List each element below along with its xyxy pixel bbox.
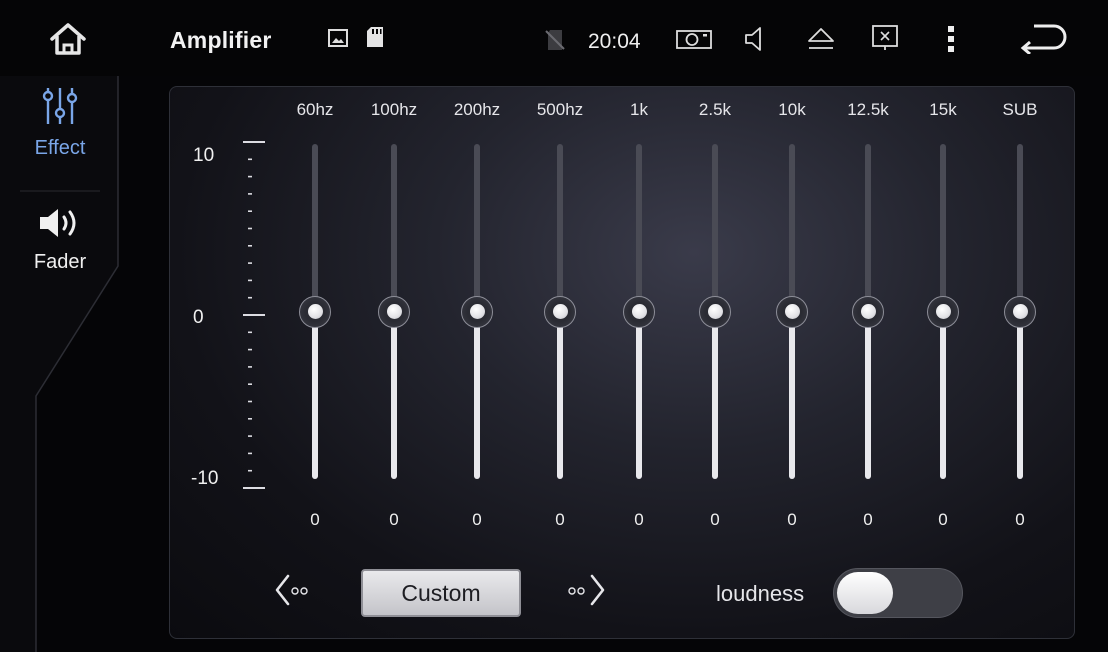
loudness-toggle[interactable] bbox=[833, 568, 963, 618]
eq-slider-fill bbox=[940, 311, 946, 479]
eq-slider-fill bbox=[474, 311, 480, 479]
image-icon bbox=[328, 29, 348, 47]
home-icon[interactable] bbox=[48, 21, 88, 57]
eq-band: SUB 0 bbox=[980, 100, 1060, 532]
prev-preset-icon bbox=[275, 574, 308, 606]
eq-band: 200hz 0 bbox=[437, 100, 517, 532]
side-nav: Effect Fader bbox=[0, 76, 120, 652]
camera-icon[interactable] bbox=[676, 28, 712, 50]
eq-band-label: 200hz bbox=[453, 100, 501, 119]
prev-preset-button[interactable] bbox=[274, 572, 334, 608]
eq-band-value: 0 bbox=[389, 510, 399, 529]
eq-band-label: 1k bbox=[630, 100, 648, 119]
scale-label-min: -10 bbox=[191, 468, 219, 489]
eq-band: 500hz 0 bbox=[520, 100, 600, 532]
eq-slider-knob[interactable] bbox=[1004, 295, 1036, 328]
nav-item-fader[interactable]: Fader bbox=[0, 206, 120, 274]
eq-slider-knob[interactable] bbox=[623, 295, 655, 328]
eq-band-label: 100hz bbox=[370, 100, 418, 119]
eq-band-label: 12.5k bbox=[847, 100, 889, 119]
eq-band: 10k 0 bbox=[752, 100, 832, 532]
eq-band-label: 15k bbox=[929, 100, 957, 119]
more-menu-icon[interactable] bbox=[946, 24, 956, 54]
eq-band-label: SUB bbox=[1002, 100, 1038, 119]
eq-slider-knob[interactable] bbox=[378, 295, 410, 328]
loudness-label: loudness bbox=[716, 581, 805, 606]
scale-label-max: 10 bbox=[193, 145, 215, 166]
eq-slider-fill bbox=[1017, 311, 1023, 479]
next-preset-button[interactable] bbox=[560, 572, 620, 608]
eq-band: 100hz 0 bbox=[354, 100, 434, 532]
eq-band: 12.5k 0 bbox=[828, 100, 908, 532]
loudness-toggle-knob bbox=[837, 572, 893, 614]
eq-band-label: 10k bbox=[778, 100, 806, 119]
nav-item-effect[interactable]: Effect bbox=[0, 86, 120, 160]
next-preset-icon bbox=[568, 574, 605, 606]
eq-band-label: 60hz bbox=[296, 100, 334, 119]
scale-label-zero: 0 bbox=[193, 307, 204, 328]
eq-band: 1k 0 bbox=[599, 100, 679, 532]
nav-label-fader: Fader bbox=[33, 251, 87, 273]
db-scale-ruler bbox=[243, 141, 265, 489]
status-bar: Amplifier 20:04 bbox=[0, 0, 1108, 76]
eq-slider-fill bbox=[557, 311, 563, 479]
screen-off-icon[interactable] bbox=[872, 25, 898, 51]
eq-slider-fill bbox=[789, 311, 795, 479]
no-sim-icon bbox=[545, 29, 565, 51]
eject-icon[interactable] bbox=[806, 27, 836, 51]
speaker-icon bbox=[38, 206, 82, 245]
eq-slider-knob[interactable] bbox=[699, 295, 731, 328]
equalizer-icon bbox=[40, 86, 80, 131]
eq-band-value: 0 bbox=[863, 510, 873, 529]
eq-band-label: 500hz bbox=[536, 100, 584, 119]
eq-band-value: 0 bbox=[787, 510, 797, 529]
nav-label-effect: Effect bbox=[34, 137, 86, 159]
eq-slider-fill bbox=[712, 311, 718, 479]
eq-band-value: 0 bbox=[310, 510, 320, 529]
clock: 20:04 bbox=[588, 30, 641, 53]
eq-slider-knob[interactable] bbox=[461, 295, 493, 328]
eq-band: 15k 0 bbox=[903, 100, 983, 532]
eq-band-value: 0 bbox=[1015, 510, 1025, 529]
volume-icon[interactable] bbox=[744, 26, 766, 52]
eq-slider-knob[interactable] bbox=[776, 295, 808, 328]
preset-button[interactable]: Custom bbox=[361, 569, 521, 617]
sd-card-icon bbox=[366, 26, 384, 48]
eq-band: 60hz 0 bbox=[275, 100, 355, 532]
eq-slider-knob[interactable] bbox=[852, 295, 884, 328]
back-icon[interactable] bbox=[1020, 24, 1068, 54]
eq-band-value: 0 bbox=[634, 510, 644, 529]
eq-band-label: 2.5k bbox=[698, 100, 732, 119]
app-title: Amplifier bbox=[170, 27, 272, 53]
eq-slider-fill bbox=[391, 311, 397, 479]
eq-band: 2.5k 0 bbox=[675, 100, 755, 532]
eq-slider-knob[interactable] bbox=[299, 295, 331, 328]
eq-slider-fill bbox=[636, 311, 642, 479]
eq-slider-knob[interactable] bbox=[544, 295, 576, 328]
eq-slider-knob[interactable] bbox=[927, 295, 959, 328]
eq-band-value: 0 bbox=[938, 510, 948, 529]
eq-slider-fill bbox=[865, 311, 871, 479]
eq-band-value: 0 bbox=[710, 510, 720, 529]
eq-band-value: 0 bbox=[472, 510, 482, 529]
eq-slider-fill bbox=[312, 311, 318, 479]
eq-band-value: 0 bbox=[555, 510, 565, 529]
nav-edge-decoration bbox=[0, 76, 119, 652]
